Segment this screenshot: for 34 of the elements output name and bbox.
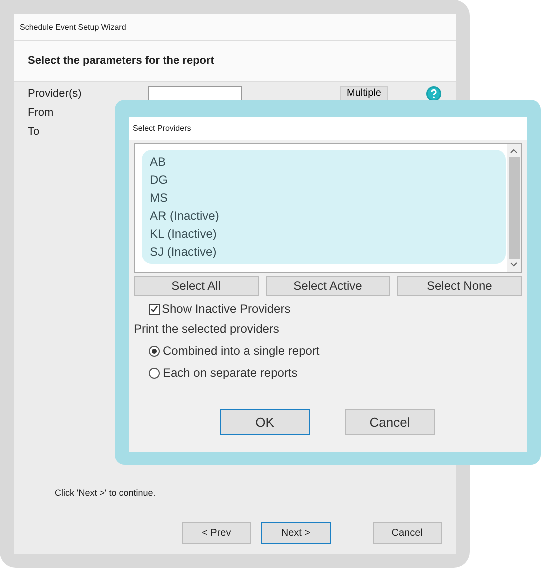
- field-label: From: [28, 106, 54, 118]
- select-button[interactable]: Select Active: [266, 276, 390, 296]
- scroll-down-icon[interactable]: [510, 262, 518, 268]
- select-button[interactable]: Select All: [134, 276, 259, 296]
- field-label: To: [28, 126, 40, 138]
- window-title: Schedule Event Setup Wizard: [20, 22, 126, 32]
- checkbox-label: Show Inactive Providers: [162, 302, 291, 316]
- radio-label: Each on separate reports: [163, 366, 298, 380]
- provider-item[interactable]: KL (Inactive): [142, 225, 506, 243]
- radio-button[interactable]: [149, 346, 160, 356]
- provider-item[interactable]: AB: [142, 150, 506, 171]
- dialog-title: Select Providers: [133, 124, 192, 133]
- select-button[interactable]: Select None: [397, 276, 522, 296]
- scrollbar[interactable]: [507, 144, 521, 272]
- nav-button[interactable]: < Prev: [182, 522, 252, 544]
- page-heading: Select the parameters for the report: [28, 55, 214, 67]
- section-label: Print the selected providers: [134, 322, 280, 336]
- instruction-text: Click 'Next >' to continue.: [55, 488, 157, 498]
- provider-item[interactable]: SJ (Inactive): [142, 243, 506, 264]
- nav-button[interactable]: Cancel: [372, 522, 442, 544]
- provider-item[interactable]: DG: [142, 171, 506, 189]
- nav-button[interactable]: Next >: [261, 522, 331, 544]
- field-label: Provider(s): [28, 88, 82, 100]
- provider-input[interactable]: [148, 86, 242, 102]
- radio-button[interactable]: [149, 368, 160, 378]
- dialog-button[interactable]: Cancel: [345, 409, 435, 435]
- multiple-button[interactable]: Multiple: [340, 86, 388, 102]
- dialog-button[interactable]: OK: [220, 409, 310, 435]
- checkbox[interactable]: [149, 304, 160, 314]
- radio-label: Combined into a single report: [163, 344, 320, 358]
- provider-item[interactable]: MS: [142, 189, 506, 207]
- provider-item[interactable]: AR (Inactive): [142, 207, 506, 225]
- scroll-up-icon[interactable]: [510, 148, 518, 154]
- help-icon[interactable]: [426, 86, 442, 102]
